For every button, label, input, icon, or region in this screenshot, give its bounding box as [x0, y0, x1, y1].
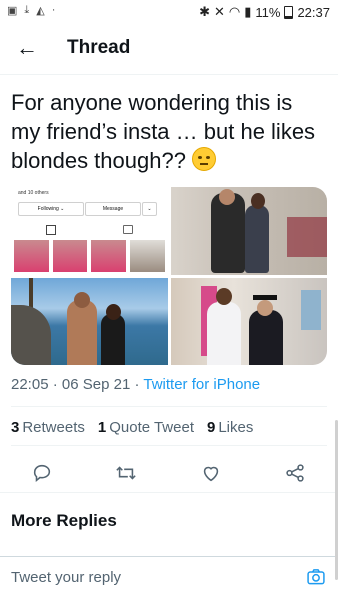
- tweet-date: 06 Sep 21: [61, 376, 131, 393]
- reply-icon[interactable]: [30, 462, 54, 484]
- quotes-count: 1: [97, 419, 107, 436]
- quotes-label: Quote Tweet: [109, 419, 194, 436]
- download-icon: ⤓: [24, 4, 30, 16]
- photo-thumbnails: [11, 239, 168, 272]
- retweet-icon[interactable]: [114, 462, 138, 484]
- status-left-icons: ▣ ⤓ ◭ ·: [7, 4, 55, 17]
- followers-text: and 10 others: [18, 190, 49, 196]
- media-image-couple-graduation[interactable]: [170, 277, 327, 365]
- arrow-left-icon[interactable]: ←: [16, 36, 38, 60]
- tweet-time: 22:05: [11, 376, 49, 393]
- battery-percent: 11%: [255, 4, 281, 20]
- grid-icon: [46, 225, 56, 235]
- quotes-stat[interactable]: 1 Quote Tweet: [98, 419, 194, 436]
- share-icon[interactable]: [283, 462, 307, 484]
- retweets-count: 3: [11, 419, 20, 436]
- mute-icon: ✕: [213, 4, 225, 19]
- tweet-meta: 22:05 · 06 Sep 21 · Twitter for iPhone: [11, 376, 260, 393]
- retweets-label: Retweets: [22, 419, 85, 436]
- media-image-couple-beach[interactable]: [11, 277, 168, 365]
- page-title: Thread: [67, 37, 131, 58]
- wifi-icon: ◠: [228, 4, 241, 19]
- tweet-actions: [0, 454, 338, 490]
- tweet-media-grid[interactable]: and 10 others Following ⌄ Message ⌄: [11, 187, 327, 365]
- tweet-body: For anyone wondering this is my friend’s…: [11, 90, 316, 173]
- likes-label: Likes: [218, 419, 254, 436]
- tweet-source-link[interactable]: Twitter for iPhone: [143, 376, 260, 393]
- clock: 22:37: [297, 4, 330, 20]
- camera-icon[interactable]: [306, 567, 326, 587]
- media-image-instagram-screenshot[interactable]: and 10 others Following ⌄ Message ⌄: [11, 187, 168, 275]
- divider: [11, 445, 327, 446]
- rolling-eyes-emoji-icon: [192, 147, 217, 171]
- tweet-stats: 3 Retweets 1 Quote Tweet 9 Likes: [11, 419, 253, 436]
- tag-icon: [123, 225, 133, 234]
- more-button: ⌄: [142, 202, 157, 216]
- tweet-text: For anyone wondering this is my friend’s…: [11, 88, 327, 175]
- status-right-icons: ✱ ✕ ◠ ▮ 11% 22:37: [199, 4, 330, 20]
- divider: [11, 406, 327, 407]
- separator: ·: [52, 376, 58, 393]
- media-image-couple-indoor[interactable]: [170, 187, 327, 275]
- more-replies-heading: More Replies: [11, 511, 117, 530]
- reply-bar[interactable]: Tweet your reply: [0, 556, 338, 601]
- likes-stat[interactable]: 9 Likes: [207, 419, 253, 436]
- dot-icon: ·: [51, 4, 56, 16]
- divider: [0, 492, 338, 493]
- retweets-stat[interactable]: 3 Retweets: [11, 419, 85, 436]
- signal-icon: ▮: [244, 4, 252, 19]
- image-icon: ▣: [7, 5, 18, 17]
- reply-input[interactable]: Tweet your reply: [11, 569, 121, 586]
- likes-count: 9: [207, 419, 216, 436]
- separator: ·: [134, 376, 140, 393]
- bluetooth-icon: ✱: [199, 4, 210, 19]
- status-bar: ▣ ⤓ ◭ · ✱ ✕ ◠ ▮ 11% 22:37: [0, 0, 338, 24]
- battery-icon: [284, 5, 294, 19]
- header: ← Thread: [0, 24, 338, 75]
- chart-icon: ◭: [36, 5, 45, 17]
- following-button: Following ⌄: [18, 202, 84, 216]
- message-button: Message: [85, 202, 141, 216]
- like-icon[interactable]: [199, 462, 223, 484]
